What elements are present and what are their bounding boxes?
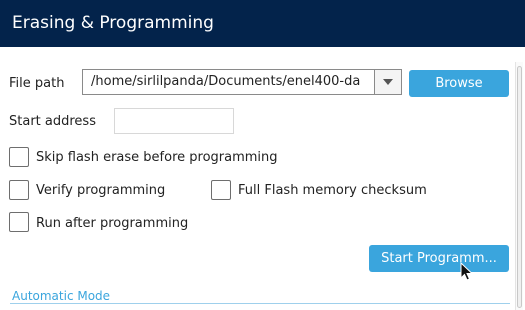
skip-flash-erase-label: Skip flash erase before programming (36, 150, 278, 165)
verify-programming-label: Verify programming (36, 183, 166, 198)
panel-header: Erasing & Programming (0, 0, 525, 47)
run-after-programming-checkbox[interactable] (9, 212, 29, 232)
full-flash-checksum-checkbox[interactable] (211, 180, 231, 200)
start-address-input[interactable] (114, 108, 234, 134)
run-after-programming-label: Run after programming (36, 216, 189, 231)
file-path-dropdown-button[interactable] (374, 70, 401, 94)
start-programming-button[interactable]: Start Programm... (369, 245, 509, 272)
section-divider (10, 303, 510, 304)
panel-title: Erasing & Programming (12, 13, 214, 33)
verify-programming-checkbox[interactable] (9, 180, 29, 200)
start-address-label: Start address (9, 114, 96, 129)
file-path-label: File path (9, 76, 65, 91)
vertical-scrollbar[interactable] (515, 62, 523, 310)
skip-flash-erase-checkbox[interactable] (9, 147, 29, 167)
browse-button[interactable]: Browse (409, 70, 509, 97)
file-path-value[interactable]: /home/sirlilpanda/Documents/enel400-da (91, 70, 373, 94)
mouse-pointer-icon (460, 262, 474, 281)
automatic-mode-section-title[interactable]: Automatic Mode (12, 289, 110, 303)
full-flash-checksum-label: Full Flash memory checksum (238, 183, 427, 198)
chevron-down-icon (383, 79, 393, 85)
file-path-combobox[interactable]: /home/sirlilpanda/Documents/enel400-da (82, 69, 402, 95)
scrollbar-thumb[interactable] (517, 66, 522, 308)
